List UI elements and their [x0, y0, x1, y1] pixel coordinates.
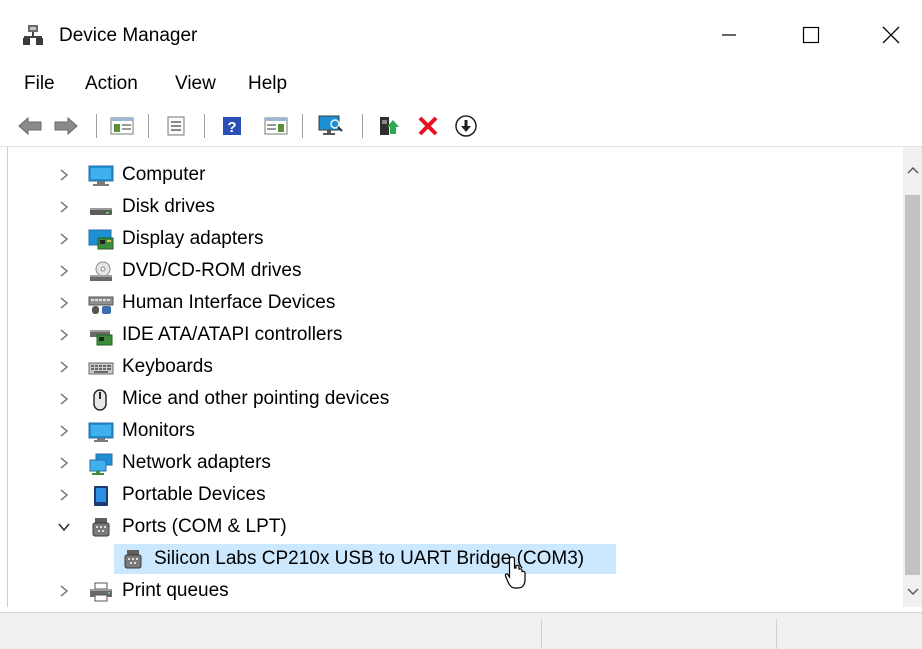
tree-item-label: Keyboards — [122, 356, 213, 377]
status-bar — [0, 612, 922, 649]
device-tree[interactable]: Computer Disk drives Display adapters DV… — [7, 147, 904, 607]
keyboard-icon — [88, 362, 114, 375]
ide-controller-icon — [90, 330, 113, 346]
tree-item-ports[interactable]: Ports (COM & LPT) — [8, 511, 904, 543]
chevron-right-icon[interactable] — [57, 360, 71, 374]
maximize-button[interactable] — [788, 14, 834, 56]
tree-item-monitors[interactable]: Monitors — [8, 415, 904, 447]
monitor-icon — [88, 422, 114, 442]
tree-item-label: Print queues — [122, 580, 229, 601]
scrollbar-thumb[interactable] — [905, 195, 920, 575]
window-title: Device Manager — [59, 25, 198, 46]
tree-item-print-queues[interactable]: Print queues — [8, 575, 904, 607]
mouse-icon — [93, 389, 107, 411]
chevron-right-icon[interactable] — [57, 232, 71, 246]
network-adapter-icon — [89, 453, 113, 475]
disk-drive-icon — [90, 208, 112, 215]
properties-icon[interactable] — [162, 112, 190, 140]
chevron-right-icon[interactable] — [57, 264, 71, 278]
chevron-right-icon[interactable] — [57, 328, 71, 342]
menu-action[interactable]: Action — [85, 72, 138, 96]
tree-item-label: Mice and other pointing devices — [122, 388, 390, 409]
svg-text:?: ? — [227, 119, 236, 136]
chevron-right-icon[interactable] — [57, 392, 71, 406]
menu-view[interactable]: View — [175, 72, 216, 96]
chevron-right-icon[interactable] — [57, 488, 71, 502]
tree-item-display-adapters[interactable]: Display adapters — [8, 223, 904, 255]
disable-device-icon[interactable] — [452, 112, 480, 140]
toolbar-separator — [362, 114, 363, 138]
tree-item-label: Monitors — [122, 420, 195, 441]
chevron-right-icon[interactable] — [57, 168, 71, 182]
title-bar: Device Manager — [0, 0, 922, 70]
tree-item-label: Computer — [122, 164, 206, 185]
show-hide-console-tree-icon[interactable] — [108, 112, 136, 140]
tree-item-label: Ports (COM & LPT) — [122, 516, 287, 537]
tree-item-label: DVD/CD-ROM drives — [122, 260, 302, 281]
tree-item-disk-drives[interactable]: Disk drives — [8, 191, 904, 223]
tree-item-dvd-cd-rom-drives[interactable]: DVD/CD-ROM drives — [8, 255, 904, 287]
chevron-right-icon[interactable] — [57, 296, 71, 310]
tree-item-silicon-labs-cp210x[interactable]: Silicon Labs CP210x USB to UART Bridge (… — [8, 543, 904, 575]
status-separator — [776, 619, 777, 649]
tree-item-computer[interactable]: Computer — [8, 159, 904, 191]
toolbar-separator — [302, 114, 303, 138]
back-arrow-icon[interactable] — [16, 112, 44, 140]
chevron-down-icon[interactable] — [57, 520, 71, 534]
tree-item-label: Portable Devices — [122, 484, 266, 505]
tree-item-network-adapters[interactable]: Network adapters — [8, 447, 904, 479]
display-adapter-icon — [88, 229, 114, 250]
tree-item-label: Network adapters — [122, 452, 271, 473]
tree-item-human-interface-devices[interactable]: Human Interface Devices — [8, 287, 904, 319]
scroll-up-arrow-icon[interactable] — [903, 147, 922, 193]
chevron-right-icon[interactable] — [57, 456, 71, 470]
menu-help[interactable]: Help — [248, 72, 287, 96]
vertical-scrollbar[interactable] — [903, 147, 922, 607]
status-separator — [541, 619, 542, 649]
tree-item-mice[interactable]: Mice and other pointing devices — [8, 383, 904, 415]
update-driver-icon[interactable] — [374, 112, 402, 140]
dvd-drive-icon — [90, 261, 112, 281]
port-icon — [92, 518, 110, 537]
action-pane-icon[interactable] — [262, 112, 290, 140]
tree-item-label: Display adapters — [122, 228, 264, 249]
chevron-right-icon[interactable] — [57, 424, 71, 438]
mouse-cursor-icon — [504, 556, 526, 589]
scan-hardware-icon[interactable] — [316, 112, 344, 140]
computer-icon — [88, 165, 114, 186]
uninstall-device-icon[interactable] — [414, 112, 442, 140]
hid-icon — [88, 296, 114, 314]
tree-item-label: Disk drives — [122, 196, 215, 217]
minimize-button[interactable] — [706, 14, 752, 56]
toolbar-separator — [204, 114, 205, 138]
close-button[interactable] — [868, 14, 914, 56]
help-icon[interactable]: ? — [218, 112, 246, 140]
tree-item-keyboards[interactable]: Keyboards — [8, 351, 904, 383]
chevron-right-icon[interactable] — [57, 200, 71, 214]
scroll-down-arrow-icon[interactable] — [903, 577, 922, 607]
chevron-right-icon[interactable] — [57, 584, 71, 598]
tree-item-portable-devices[interactable]: Portable Devices — [8, 479, 904, 511]
forward-arrow-icon[interactable] — [52, 112, 80, 140]
printer-icon — [90, 582, 112, 602]
toolbar: ? — [0, 104, 922, 146]
device-manager-app-icon — [22, 24, 44, 46]
tree-item-ide-ata-atapi-controllers[interactable]: IDE ATA/ATAPI controllers — [8, 319, 904, 351]
menu-bar: File Action View Help — [0, 66, 922, 100]
tree-item-label: Human Interface Devices — [122, 292, 336, 313]
toolbar-separator — [148, 114, 149, 138]
tree-item-label: IDE ATA/ATAPI controllers — [122, 324, 343, 345]
port-icon — [124, 550, 142, 569]
toolbar-separator — [96, 114, 97, 138]
menu-file[interactable]: File — [24, 72, 55, 96]
portable-device-icon — [94, 486, 108, 506]
